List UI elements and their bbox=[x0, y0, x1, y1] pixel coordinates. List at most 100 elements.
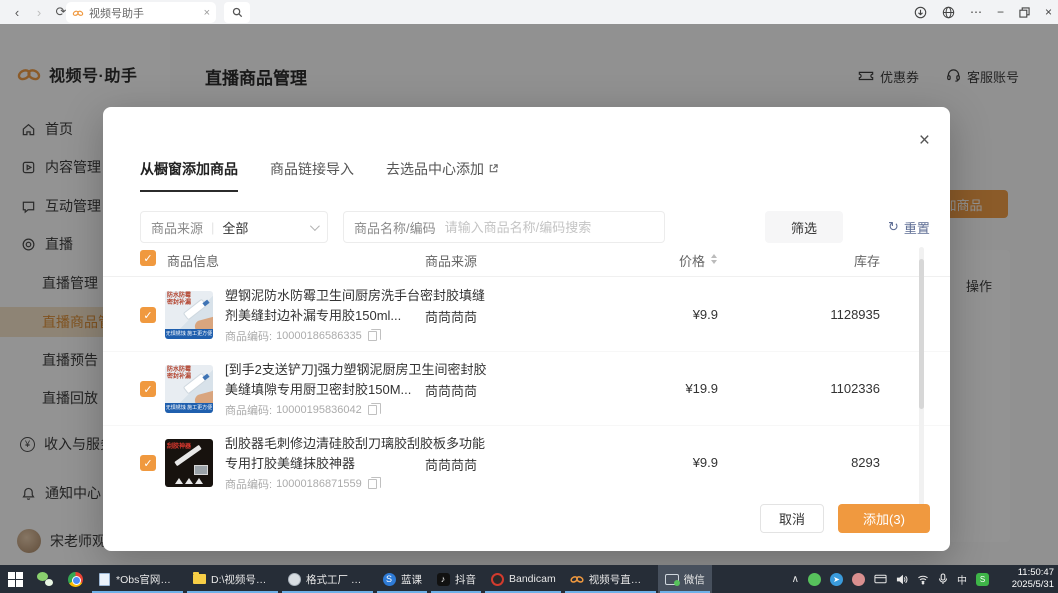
window-close-icon[interactable]: × bbox=[1045, 5, 1052, 19]
task-channels-live-companion[interactable]: 视频号直播伴侣 bbox=[563, 565, 658, 593]
tab-label: 去选品中心添加 bbox=[386, 159, 484, 179]
tab-close-icon[interactable]: × bbox=[204, 7, 210, 19]
chrome-taskbar-icon[interactable] bbox=[60, 565, 90, 593]
product-source: 苘苘苘苘 bbox=[425, 381, 477, 400]
folder-icon bbox=[192, 572, 206, 586]
tab-label: 从橱窗添加商品 bbox=[140, 159, 238, 179]
table-row: ✓ 刮胶神器 刮胶器毛刺修边清硅胶刮刀璃胶刮胶板多功能专用打胶美缝抹胶神器 商品… bbox=[103, 426, 950, 500]
divider: | bbox=[211, 220, 214, 235]
task-bandicam[interactable]: Bandicam bbox=[483, 565, 563, 593]
taskbar-clock[interactable]: 11:50:47 2025/5/31 bbox=[998, 567, 1054, 591]
tray-wechat-icon[interactable] bbox=[808, 573, 821, 586]
row-checkbox[interactable]: ✓ bbox=[140, 381, 156, 397]
task-wechat-window[interactable]: 微信 bbox=[658, 565, 712, 593]
product-image: 防水防霉密封补漏 无惧锈蚀 施工更方便 bbox=[165, 365, 213, 413]
browser-tab[interactable]: 视频号助手 × bbox=[66, 2, 216, 23]
sogou-icon[interactable]: S bbox=[976, 573, 989, 586]
wechat-window-icon bbox=[665, 572, 679, 586]
task-douyin[interactable]: ♪ 抖音 bbox=[429, 565, 483, 593]
tray-date: 2025/5/31 bbox=[998, 579, 1054, 591]
tab-title: 视频号助手 bbox=[89, 5, 144, 21]
col-source: 商品来源 bbox=[425, 251, 477, 270]
price-sort-icon[interactable] bbox=[711, 254, 717, 264]
product-stock: 8293 bbox=[793, 455, 880, 470]
volume-icon[interactable] bbox=[896, 574, 908, 585]
tray-expand-icon[interactable]: ∧ bbox=[792, 574, 799, 585]
start-button[interactable] bbox=[0, 565, 30, 593]
product-price: ¥19.9 bbox=[643, 381, 718, 396]
tray-avatar-icon[interactable] bbox=[852, 573, 865, 586]
browser-toolbar: ‹ › ⟳ 视频号助手 × ⋯ − bbox=[0, 0, 1058, 24]
source-select-value: 全部 bbox=[222, 218, 248, 237]
task-explorer[interactable]: D:\视频号直播... bbox=[185, 565, 280, 593]
modal-footer: 取消 添加(3) bbox=[760, 504, 930, 533]
more-icon[interactable]: ⋯ bbox=[970, 5, 982, 19]
product-price: ¥9.9 bbox=[643, 307, 718, 322]
tray-card-icon[interactable] bbox=[874, 574, 887, 584]
scrollbar-thumb[interactable] bbox=[919, 259, 924, 409]
back-icon[interactable]: ‹ bbox=[6, 5, 28, 20]
product-code: 商品编码:10000186871559 bbox=[225, 476, 377, 492]
douyin-icon: ♪ bbox=[436, 572, 450, 586]
product-source: 苘苘苘苘 bbox=[425, 455, 477, 474]
copy-icon[interactable] bbox=[368, 405, 377, 415]
table-row: ✓ 防水防霉密封补漏 无惧锈蚀 施工更方便 塑钢泥防水防霉卫生间厨房洗手台密封胶… bbox=[103, 278, 950, 352]
product-image: 刮胶神器 bbox=[165, 439, 213, 487]
row-checkbox[interactable]: ✓ bbox=[140, 455, 156, 471]
download-icon[interactable] bbox=[914, 6, 927, 19]
task-lanke[interactable]: S 蓝课 bbox=[375, 565, 429, 593]
globe-icon[interactable] bbox=[942, 6, 955, 19]
tab-add-from-showcase[interactable]: 从橱窗添加商品 bbox=[140, 159, 238, 192]
ime-indicator[interactable]: 中 bbox=[957, 572, 967, 587]
reset-label: 重置 bbox=[904, 218, 930, 237]
cancel-button[interactable]: 取消 bbox=[760, 504, 824, 533]
microphone-icon[interactable] bbox=[938, 573, 948, 585]
modal-tabs: 从橱窗添加商品 商品链接导入 去选品中心添加 bbox=[140, 159, 499, 192]
chevron-down-icon bbox=[310, 221, 320, 231]
wechat-taskbar-icon[interactable] bbox=[30, 565, 60, 593]
format-factory-icon bbox=[287, 572, 301, 586]
app-page: 视频号·助手 首页 内容管理 互动管理 bbox=[0, 24, 1058, 565]
system-tray: ∧ ➤ 中 S 11:50:47 2025/5/31 bbox=[792, 565, 1058, 593]
tab-selection-center[interactable]: 去选品中心添加 bbox=[386, 159, 499, 192]
task-obs-notes[interactable]: *Obs官网电脑... bbox=[90, 565, 185, 593]
bandicam-icon bbox=[490, 572, 504, 586]
modal-scrollbar[interactable] bbox=[919, 247, 924, 509]
add-products-modal: × 从橱窗添加商品 商品链接导入 去选品中心添加 商品来源 bbox=[103, 107, 950, 551]
modal-close-icon[interactable]: × bbox=[919, 131, 930, 150]
taskbar: *Obs官网电脑... D:\视频号直播... 格式工厂 X64 ... S 蓝… bbox=[0, 565, 1058, 593]
restore-icon[interactable] bbox=[1019, 7, 1030, 18]
col-stock: 库存 bbox=[803, 251, 880, 270]
name-search-input[interactable] bbox=[445, 220, 654, 235]
confirm-add-button[interactable]: 添加(3) bbox=[838, 504, 930, 533]
filter-button[interactable]: 筛选 bbox=[765, 211, 843, 243]
reset-icon: ↻ bbox=[888, 219, 899, 235]
forward-icon[interactable]: › bbox=[28, 5, 50, 20]
product-image: 防水防霉密封补漏 无惧锈蚀 施工更方便 bbox=[165, 291, 213, 339]
external-link-icon bbox=[488, 161, 499, 177]
screen: ‹ › ⟳ 视频号助手 × ⋯ − bbox=[0, 0, 1058, 593]
name-search-label: 商品名称/编码 bbox=[354, 218, 436, 237]
row-checkbox[interactable]: ✓ bbox=[140, 307, 156, 323]
task-format-factory[interactable]: 格式工厂 X64 ... bbox=[280, 565, 375, 593]
copy-icon[interactable] bbox=[368, 479, 377, 489]
product-price: ¥9.9 bbox=[643, 455, 718, 470]
tab-import-by-link[interactable]: 商品链接导入 bbox=[270, 159, 354, 192]
copy-icon[interactable] bbox=[368, 331, 377, 341]
search-icon[interactable] bbox=[224, 2, 250, 23]
product-table-body: ✓ 防水防霉密封补漏 无惧锈蚀 施工更方便 塑钢泥防水防霉卫生间厨房洗手台密封胶… bbox=[103, 278, 950, 500]
tray-telegram-icon[interactable]: ➤ bbox=[830, 573, 843, 586]
notepad-icon bbox=[97, 572, 111, 586]
source-select-label: 商品来源 bbox=[151, 218, 203, 237]
reset-button[interactable]: ↻ 重置 bbox=[888, 218, 930, 237]
product-code: 商品编码:10000195836042 bbox=[225, 402, 377, 418]
tray-time: 11:50:47 bbox=[998, 567, 1054, 579]
col-info: 商品信息 bbox=[167, 251, 219, 270]
table-header: ✓ 商品信息 商品来源 价格 库存 bbox=[103, 247, 950, 277]
product-stock: 1102336 bbox=[793, 381, 880, 396]
network-icon[interactable] bbox=[917, 574, 929, 585]
minimize-icon[interactable]: − bbox=[997, 5, 1004, 19]
source-select[interactable]: 商品来源 | 全部 bbox=[140, 211, 328, 243]
select-all-checkbox[interactable]: ✓ bbox=[140, 250, 156, 266]
name-search-field[interactable]: 商品名称/编码 bbox=[343, 211, 665, 243]
